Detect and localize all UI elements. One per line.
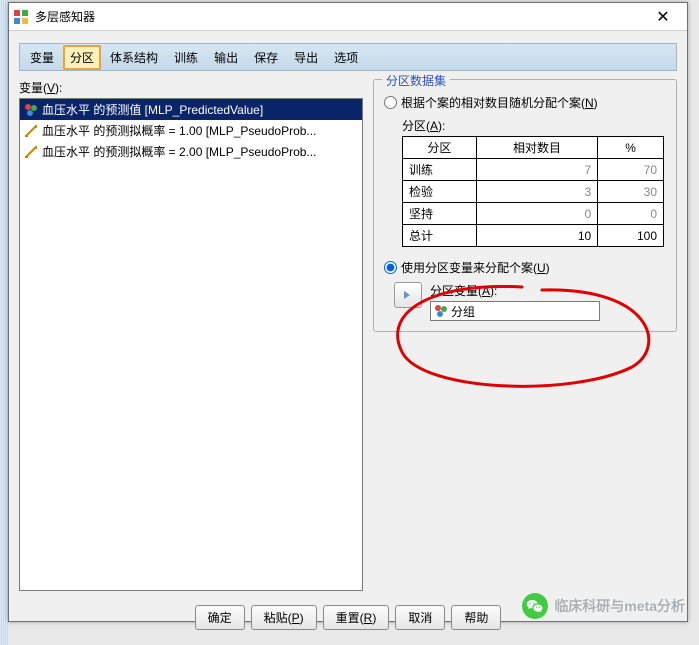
table-header: 分区 xyxy=(403,137,477,159)
partition-variable-value: 分组 xyxy=(451,303,475,320)
table-row: 总计10100 xyxy=(403,225,664,247)
partition-fieldset: 分区数据集 根据个案的相对数目随机分配个案(N) 分区(A): 分区相对数目%训… xyxy=(373,79,677,332)
partition-table-label: 分区(A): xyxy=(402,117,666,134)
wechat-icon xyxy=(522,593,548,619)
paste-button[interactable]: 粘贴(P) xyxy=(251,605,317,630)
table-row: 训练770 xyxy=(403,159,664,181)
tab-0[interactable]: 变量 xyxy=(23,45,61,70)
radio-use-variable-input[interactable] xyxy=(384,261,397,274)
nominal-icon xyxy=(434,304,448,318)
table-row: 检验330 xyxy=(403,181,664,203)
tab-4[interactable]: 输出 xyxy=(207,45,245,70)
tab-5[interactable]: 保存 xyxy=(247,45,285,70)
tab-bar: 变量分区体系结构训练输出保存导出选项 xyxy=(19,43,677,71)
watermark: 临床科研与meta分析 xyxy=(522,593,685,619)
tab-3[interactable]: 训练 xyxy=(167,45,205,70)
list-item[interactable]: 血压水平 的预测值 [MLP_PredictedValue] xyxy=(20,99,362,120)
window-title: 多层感知器 xyxy=(35,8,643,25)
table-header: 相对数目 xyxy=(476,137,598,159)
ok-button[interactable]: 确定 xyxy=(195,605,245,630)
close-button[interactable]: ✕ xyxy=(643,5,683,29)
tab-6[interactable]: 导出 xyxy=(287,45,325,70)
table-row: 坚持00 xyxy=(403,203,664,225)
variables-listbox[interactable]: 血压水平 的预测值 [MLP_PredictedValue]血压水平 的预测拟概… xyxy=(19,98,363,591)
list-item[interactable]: 血压水平 的预测拟概率 = 2.00 [MLP_PseudoProb... xyxy=(20,141,362,162)
list-item[interactable]: 血压水平 的预测拟概率 = 1.00 [MLP_PseudoProb... xyxy=(20,120,362,141)
help-button[interactable]: 帮助 xyxy=(451,605,501,630)
table-header: % xyxy=(598,137,664,159)
partition-table: 分区相对数目%训练770检验330坚持00总计10100 xyxy=(402,136,664,247)
radio-random-assign[interactable]: 根据个案的相对数目随机分配个案(N) xyxy=(384,94,666,111)
cancel-button[interactable]: 取消 xyxy=(395,605,445,630)
partition-variable-label: 分区变量(A): xyxy=(430,282,600,299)
tab-1[interactable]: 分区 xyxy=(63,45,101,70)
radio-random-assign-input[interactable] xyxy=(384,96,397,109)
arrow-right-icon xyxy=(401,288,415,302)
variables-label: 变量(V): xyxy=(19,79,363,96)
partition-variable-field[interactable]: 分组 xyxy=(430,301,600,321)
tab-7[interactable]: 选项 xyxy=(327,45,365,70)
reset-button[interactable]: 重置(R) xyxy=(323,605,390,630)
radio-use-variable[interactable]: 使用分区变量来分配个案(U) xyxy=(384,259,666,276)
app-icon xyxy=(13,9,29,25)
fieldset-legend: 分区数据集 xyxy=(382,72,450,89)
titlebar: 多层感知器 ✕ xyxy=(9,3,687,31)
dialog-window: 多层感知器 ✕ 变量分区体系结构训练输出保存导出选项 变量(V): 血压水平 的… xyxy=(8,2,688,622)
tab-2[interactable]: 体系结构 xyxy=(103,45,165,70)
watermark-text: 临床科研与meta分析 xyxy=(554,596,685,616)
move-variable-button[interactable] xyxy=(394,282,422,308)
